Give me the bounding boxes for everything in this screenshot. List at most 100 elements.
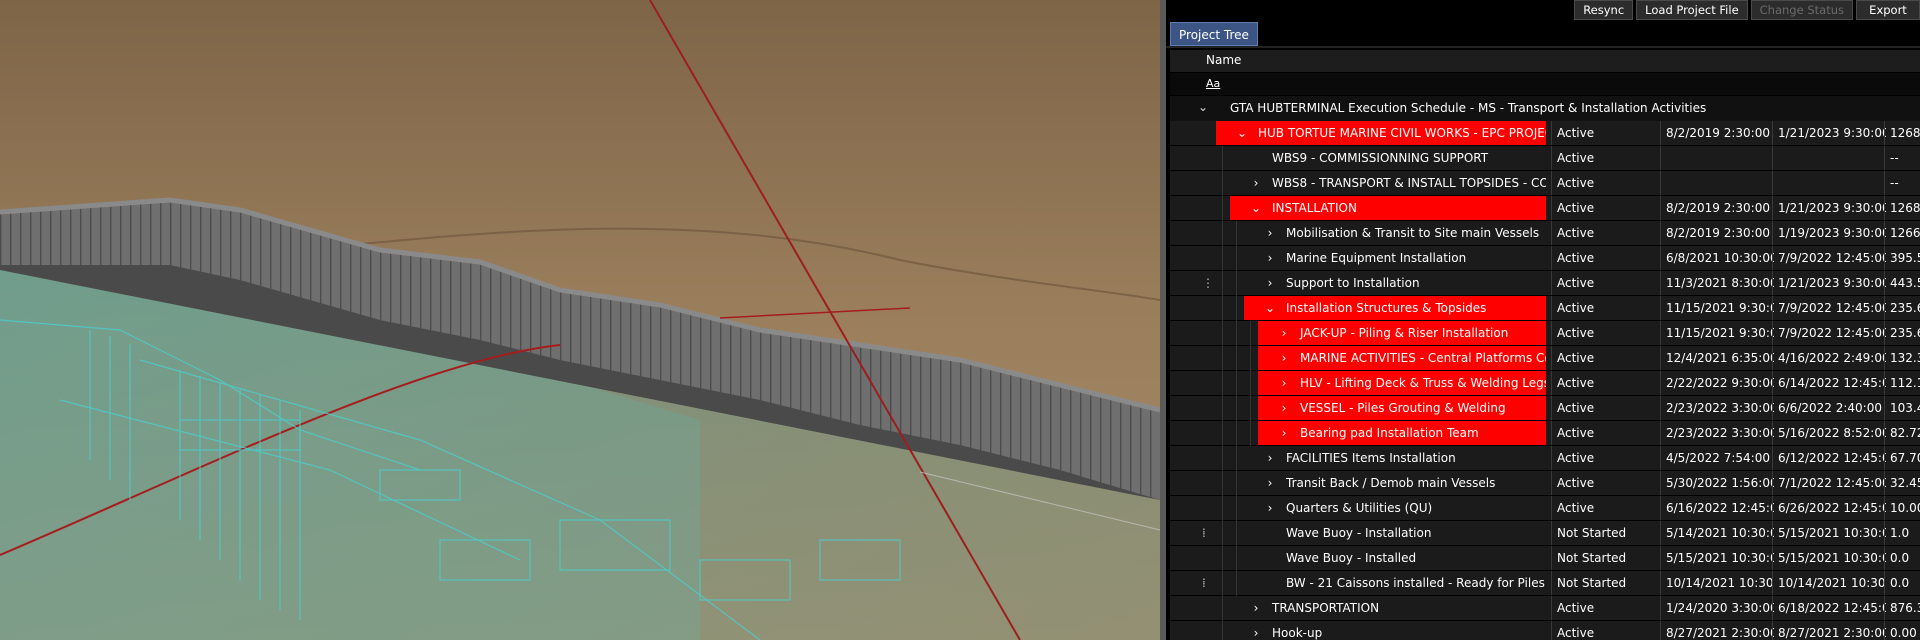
chevron-down-icon[interactable]: ⌄ bbox=[1196, 100, 1210, 114]
resync-button[interactable]: Resync bbox=[1574, 0, 1634, 20]
column-separator bbox=[1772, 171, 1773, 195]
row-start-date: 6/16/2022 12:45:00 P bbox=[1666, 501, 1774, 515]
tree-row[interactable]: ⋮ › Support to Installation Active 11/3/2021… bbox=[1170, 271, 1920, 296]
chevron-right-icon[interactable]: › bbox=[1278, 321, 1290, 345]
tree-row[interactable]: ⁞ BW - 21 Caissons installed - Ready for … bbox=[1170, 571, 1920, 596]
chevron-down-icon[interactable]: ⌄ bbox=[1250, 196, 1262, 220]
column-separator bbox=[1772, 621, 1773, 640]
tree-row[interactable]: Wave Buoy - Installed Not Started 5/15/202… bbox=[1170, 546, 1920, 571]
row-name: Marine Equipment Installation bbox=[1286, 251, 1467, 265]
tree-row[interactable]: ⌄ HUB TORTUE MARINE CIVIL WORKS - EPC PRO… bbox=[1170, 121, 1920, 146]
chevron-right-icon[interactable]: › bbox=[1264, 246, 1276, 270]
tree-row[interactable]: ⌄ INSTALLATION Active 8/2/2019 2:30:00 A 1/2… bbox=[1170, 196, 1920, 221]
tree-row[interactable]: › FACILITIES Items Installation Active 4/5/… bbox=[1170, 446, 1920, 471]
row-end-date: 7/1/2022 12:45:00 P bbox=[1778, 476, 1886, 490]
tree-root-row[interactable]: ⌄ GTA HUBTERMINAL Execution Schedule - M… bbox=[1170, 96, 1920, 121]
tree-row[interactable]: › HLV - Lifting Deck & Truss & Welding Le… bbox=[1170, 371, 1920, 396]
row-name: Installation Structures & Topsides bbox=[1286, 301, 1487, 315]
column-separator bbox=[1884, 446, 1885, 470]
column-separator bbox=[1660, 346, 1661, 370]
tree-row[interactable]: › Quarters & Utilities (QU) Active 6/16/202… bbox=[1170, 496, 1920, 521]
row-marker bbox=[1202, 346, 1210, 370]
chevron-right-icon[interactable]: › bbox=[1264, 221, 1276, 245]
column-separator bbox=[1772, 596, 1773, 620]
row-name: HLV - Lifting Deck & Truss & Welding Leg… bbox=[1300, 376, 1546, 390]
row-name: HUB TORTUE MARINE CIVIL WORKS - EPC PROJ… bbox=[1258, 126, 1546, 140]
row-start-date: 2/23/2022 3:30:00 A bbox=[1666, 426, 1774, 440]
column-separator bbox=[1884, 396, 1885, 420]
tree-row[interactable]: ⁞ Wave Buoy - Installation Not Started 5/14… bbox=[1170, 521, 1920, 546]
column-separator bbox=[1660, 121, 1661, 145]
column-separator bbox=[1884, 321, 1885, 345]
row-name-cell: BW - 21 Caissons installed - Ready for P… bbox=[1216, 571, 1546, 595]
tree-row[interactable]: › MARINE ACTIVITIES - Central Platforms C… bbox=[1170, 346, 1920, 371]
row-duration: 67.70 bbox=[1890, 451, 1920, 465]
row-name: VESSEL - Piles Grouting & Welding bbox=[1300, 401, 1506, 415]
tree-row[interactable]: › Marine Equipment Installation Active 6/8/… bbox=[1170, 246, 1920, 271]
row-end-date: 6/12/2022 12:45:00 P bbox=[1778, 451, 1886, 465]
filter-row: Aa bbox=[1170, 73, 1920, 95]
column-separator bbox=[1884, 121, 1885, 145]
tree-row[interactable]: › JACK-UP - Piling & Riser Installation Ac… bbox=[1170, 321, 1920, 346]
chevron-down-icon[interactable]: ⌄ bbox=[1264, 296, 1276, 320]
row-marker: ⁞ bbox=[1202, 576, 1206, 590]
row-status: Active bbox=[1557, 451, 1595, 465]
row-name-cell: › Bearing pad Installation Team bbox=[1258, 421, 1546, 445]
chevron-right-icon[interactable]: › bbox=[1264, 496, 1276, 520]
chevron-right-icon[interactable]: › bbox=[1264, 446, 1276, 470]
row-start-date: 5/14/2021 10:30:00 A bbox=[1666, 526, 1774, 540]
chevron-right-icon[interactable]: › bbox=[1278, 371, 1290, 395]
row-marker bbox=[1202, 171, 1210, 195]
chevron-right-icon[interactable]: › bbox=[1264, 471, 1276, 495]
row-end-date: 7/9/2022 12:45:00 P bbox=[1778, 251, 1886, 265]
tree-row[interactable]: › WBS8 - TRANSPORT & INSTALL TOPSIDES - C… bbox=[1170, 171, 1920, 196]
row-name: Transit Back / Demob main Vessels bbox=[1286, 476, 1496, 490]
chevron-right-icon[interactable]: › bbox=[1264, 271, 1276, 295]
chevron-right-icon[interactable]: › bbox=[1278, 346, 1290, 370]
tab-project-tree[interactable]: Project Tree bbox=[1170, 22, 1258, 46]
column-separator bbox=[1660, 471, 1661, 495]
column-separator bbox=[1660, 596, 1661, 620]
row-name-cell: ⌄ Installation Structures & Topsides bbox=[1244, 296, 1546, 320]
chevron-down-icon[interactable]: ⌄ bbox=[1236, 121, 1248, 145]
indent-guide bbox=[1250, 321, 1251, 346]
column-separator bbox=[1660, 396, 1661, 420]
column-separator bbox=[1660, 571, 1661, 595]
column-separator bbox=[1551, 346, 1552, 370]
chevron-right-icon[interactable]: › bbox=[1250, 171, 1262, 195]
row-marker bbox=[1202, 446, 1210, 470]
load-project-file-button[interactable]: Load Project File bbox=[1636, 0, 1748, 20]
row-status: Active bbox=[1557, 251, 1595, 265]
chevron-right-icon[interactable]: › bbox=[1250, 596, 1262, 620]
row-name-cell: › HLV - Lifting Deck & Truss & Welding Le… bbox=[1258, 371, 1546, 395]
column-separator bbox=[1551, 396, 1552, 420]
tree-row[interactable]: WBS9 - COMMISSIONNING SUPPORT Active -- bbox=[1170, 146, 1920, 171]
column-separator bbox=[1551, 196, 1552, 220]
column-separator bbox=[1551, 121, 1552, 145]
change-status-button[interactable]: Change Status bbox=[1750, 0, 1853, 20]
tree-row[interactable]: › Hook-up Active 8/27/2021 2:30:00 A 8/27/20… bbox=[1170, 621, 1920, 640]
export-button[interactable]: Export bbox=[1856, 0, 1920, 20]
column-separator bbox=[1884, 571, 1885, 595]
row-name: WBS9 - COMMISSIONNING SUPPORT bbox=[1272, 151, 1489, 165]
tree-row[interactable]: › Bearing pad Installation Team Active 2/23… bbox=[1170, 421, 1920, 446]
row-duration: 112.14 bbox=[1890, 376, 1920, 390]
tree-row[interactable]: › VESSEL - Piles Grouting & Welding Active… bbox=[1170, 396, 1920, 421]
tree-root-name: GTA HUBTERMINAL Execution Schedule - MS … bbox=[1230, 101, 1707, 115]
row-name: Hook-up bbox=[1272, 626, 1323, 640]
row-status: Active bbox=[1557, 376, 1595, 390]
column-separator bbox=[1660, 421, 1661, 445]
tree-row[interactable]: › TRANSPORTATION Active 1/24/2020 3:30:00 A… bbox=[1170, 596, 1920, 621]
chevron-right-icon[interactable]: › bbox=[1278, 396, 1290, 420]
column-header-name[interactable]: Name bbox=[1206, 53, 1241, 67]
tree-row[interactable]: ⌄ Installation Structures & Topsides Activ… bbox=[1170, 296, 1920, 321]
row-marker bbox=[1202, 296, 1210, 320]
3d-viewport[interactable] bbox=[0, 0, 1160, 640]
tree-row[interactable]: › Transit Back / Demob main Vessels Active… bbox=[1170, 471, 1920, 496]
row-name: Support to Installation bbox=[1286, 276, 1420, 290]
row-status: Not Started bbox=[1557, 576, 1627, 590]
chevron-right-icon[interactable]: › bbox=[1278, 421, 1290, 445]
match-case-toggle[interactable]: Aa bbox=[1206, 77, 1220, 90]
tree-row[interactable]: › Mobilisation & Transit to Site main Ves… bbox=[1170, 221, 1920, 246]
chevron-right-icon[interactable]: › bbox=[1250, 621, 1262, 640]
